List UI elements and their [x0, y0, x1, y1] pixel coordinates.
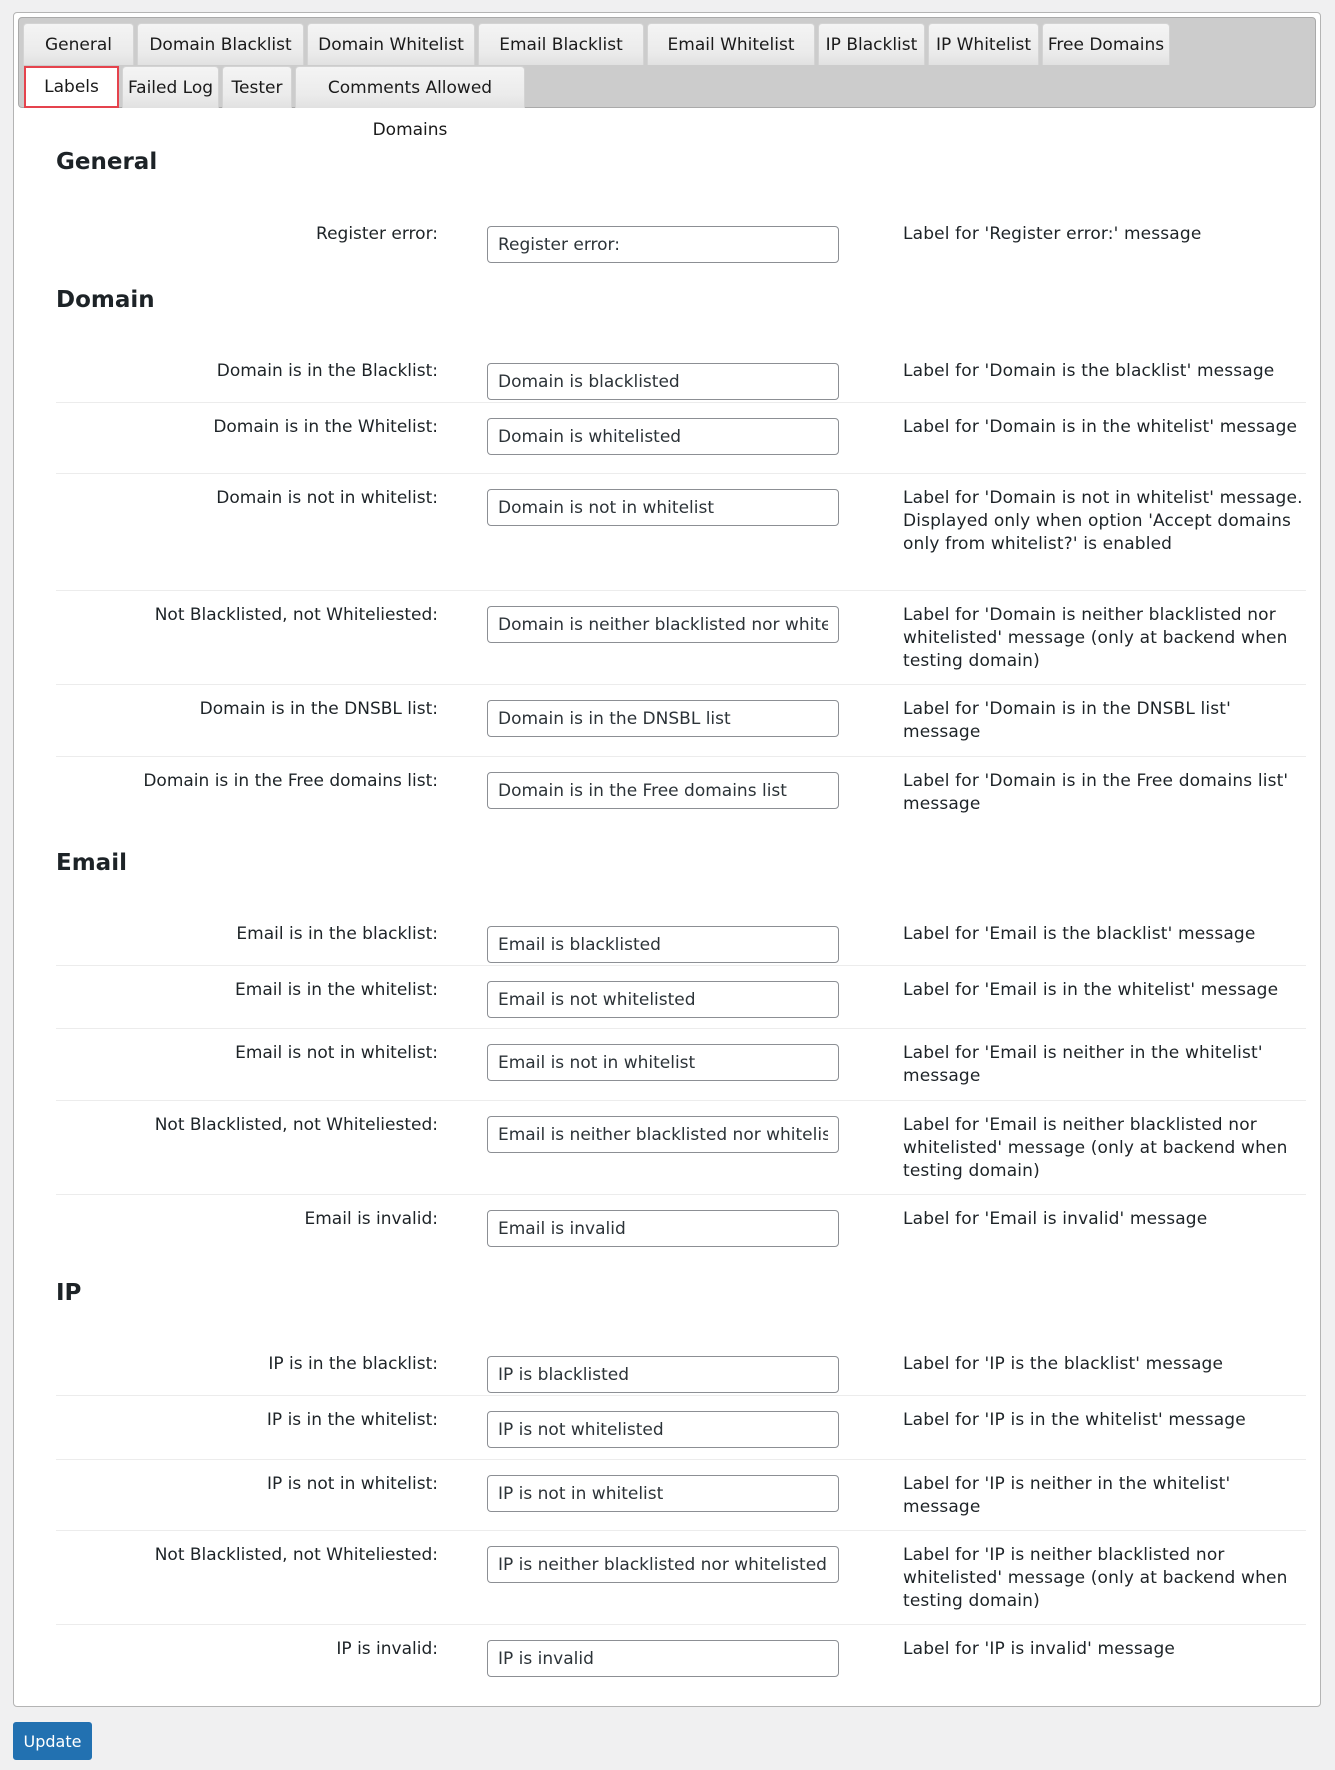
tab-email-whitelist[interactable]: Email Whitelist — [647, 23, 815, 65]
field-description: Label for 'IP is invalid' message — [903, 1639, 1176, 1659]
email-blacklisted-input[interactable] — [487, 926, 839, 963]
tab-bar: General Domain Blacklist Domain Whitelis… — [18, 17, 1316, 140]
form-row: Email is not in whitelist: Label for 'Em… — [56, 1028, 1306, 1100]
field-description: Label for 'Domain is in the DNSBL list' … — [903, 699, 1231, 742]
ip-invalid-input[interactable] — [487, 1640, 839, 1677]
form-row: Domain is in the Blacklist: Label for 'D… — [56, 346, 1306, 402]
field-description: Label for 'Domain is neither blacklisted… — [903, 605, 1288, 671]
field-description: Label for 'Email is neither in the white… — [903, 1043, 1263, 1086]
settings-panel: General Domain Blacklist Domain Whitelis… — [13, 12, 1321, 1707]
form-row: IP is invalid: Label for 'IP is invalid'… — [56, 1624, 1306, 1690]
field-label: Email is in the whitelist: — [235, 980, 438, 1000]
field-label: Email is invalid: — [304, 1209, 439, 1229]
tab-general[interactable]: General — [23, 23, 134, 65]
domain-whitelisted-input[interactable] — [487, 418, 839, 455]
form-row: Domain is in the DNSBL list: Label for '… — [56, 684, 1306, 756]
field-description: Label for 'Domain is the blacklist' mess… — [903, 361, 1275, 381]
field-label: IP is in the blacklist: — [268, 1354, 438, 1374]
field-label: IP is not in whitelist: — [266, 1474, 438, 1494]
form-row: IP is in the whitelist: Label for 'IP is… — [56, 1395, 1306, 1459]
tab-domain-blacklist[interactable]: Domain Blacklist — [137, 23, 304, 65]
field-label: IP is invalid: — [336, 1639, 438, 1659]
domain-not-in-whitelist-input[interactable] — [487, 489, 839, 526]
update-button[interactable]: Update — [13, 1722, 92, 1760]
form-row: IP is not in whitelist: Label for 'IP is… — [56, 1459, 1306, 1530]
tab-labels[interactable]: Labels — [24, 66, 119, 108]
field-label: Domain is not in whitelist: — [216, 488, 438, 508]
field-description: Label for 'IP is neither in the whitelis… — [903, 1474, 1231, 1517]
domain-free-domains-input[interactable] — [487, 772, 839, 809]
field-description: Label for 'Email is invalid' message — [903, 1209, 1208, 1229]
tab-tester[interactable]: Tester — [222, 66, 292, 108]
form-row: Register error: Label for 'Register erro… — [56, 209, 1306, 269]
field-description: Label for 'Domain is in the Free domains… — [903, 771, 1289, 814]
field-description: Label for 'Register error:' message — [903, 224, 1202, 244]
form-row: Not Blacklisted, not Whiteliested: Label… — [56, 1100, 1306, 1194]
form-row: Not Blacklisted, not Whiteliested: Label… — [56, 1530, 1306, 1624]
form-row: Email is invalid: Label for 'Email is in… — [56, 1194, 1306, 1260]
form-row: IP is in the blacklist: Label for 'IP is… — [56, 1339, 1306, 1395]
tab-ip-whitelist[interactable]: IP Whitelist — [928, 23, 1039, 65]
form-row: Domain is in the Free domains list: Labe… — [56, 756, 1306, 828]
ip-whitelisted-input[interactable] — [487, 1411, 839, 1448]
email-not-in-whitelist-input[interactable] — [487, 1044, 839, 1081]
email-whitelisted-input[interactable] — [487, 981, 839, 1018]
field-label: Register error: — [316, 224, 438, 244]
email-invalid-input[interactable] — [487, 1210, 839, 1247]
section-title-domain: Domain — [56, 287, 155, 313]
section-title-email: Email — [56, 850, 127, 876]
field-label: Not Blacklisted, not Whiteliested: — [154, 605, 438, 625]
field-description: Label for 'Domain is in the whitelist' m… — [903, 417, 1298, 437]
field-description: Label for 'IP is in the whitelist' messa… — [903, 1410, 1246, 1430]
form-row: Email is in the blacklist: Label for 'Em… — [56, 909, 1306, 965]
form-row: Email is in the whitelist: Label for 'Em… — [56, 965, 1306, 1028]
field-description: Label for 'Email is the blacklist' messa… — [903, 924, 1256, 944]
field-label: Domain is in the Blacklist: — [216, 361, 438, 381]
tab-free-domains[interactable]: Free Domains — [1042, 23, 1170, 65]
field-description: Label for 'IP is the blacklist' message — [903, 1354, 1224, 1374]
field-label: Email is in the blacklist: — [236, 924, 438, 944]
field-label: Domain is in the Free domains list: — [143, 771, 438, 791]
domain-blacklisted-input[interactable] — [487, 363, 839, 400]
field-description: Label for 'Email is neither blacklisted … — [903, 1115, 1288, 1181]
tab-ip-blacklist[interactable]: IP Blacklist — [818, 23, 925, 65]
domain-neither-input[interactable] — [487, 606, 839, 643]
ip-neither-input[interactable] — [487, 1546, 839, 1583]
form-row: Domain is in the Whitelist: Label for 'D… — [56, 402, 1306, 473]
tab-failed-log[interactable]: Failed Log — [122, 66, 219, 108]
field-label: Domain is in the Whitelist: — [213, 417, 438, 437]
register-error-input[interactable] — [487, 226, 839, 263]
ip-not-in-whitelist-input[interactable] — [487, 1475, 839, 1512]
tab-comments-allowed-domains[interactable]: Comments Allowed Domains — [295, 66, 525, 140]
tab-email-blacklist[interactable]: Email Blacklist — [478, 23, 644, 65]
section-title-ip: IP — [56, 1280, 82, 1306]
field-label: Not Blacklisted, not Whiteliested: — [154, 1115, 438, 1135]
field-label: IP is in the whitelist: — [266, 1410, 438, 1430]
field-description: Label for 'IP is neither blacklisted nor… — [903, 1545, 1288, 1611]
field-description: Label for 'Domain is not in whitelist' m… — [903, 488, 1303, 554]
field-description: Label for 'Email is in the whitelist' me… — [903, 980, 1279, 1000]
field-label: Email is not in whitelist: — [235, 1043, 438, 1063]
form-row: Not Blacklisted, not Whiteliested: Label… — [56, 590, 1306, 684]
field-label: Not Blacklisted, not Whiteliested: — [154, 1545, 438, 1565]
ip-blacklisted-input[interactable] — [487, 1356, 839, 1393]
email-neither-input[interactable] — [487, 1116, 839, 1153]
section-title-general: General — [56, 149, 158, 175]
tab-domain-whitelist[interactable]: Domain Whitelist — [307, 23, 475, 65]
domain-dnsbl-input[interactable] — [487, 700, 839, 737]
form-row: Domain is not in whitelist: Label for 'D… — [56, 473, 1306, 590]
field-label: Domain is in the DNSBL list: — [199, 699, 438, 719]
